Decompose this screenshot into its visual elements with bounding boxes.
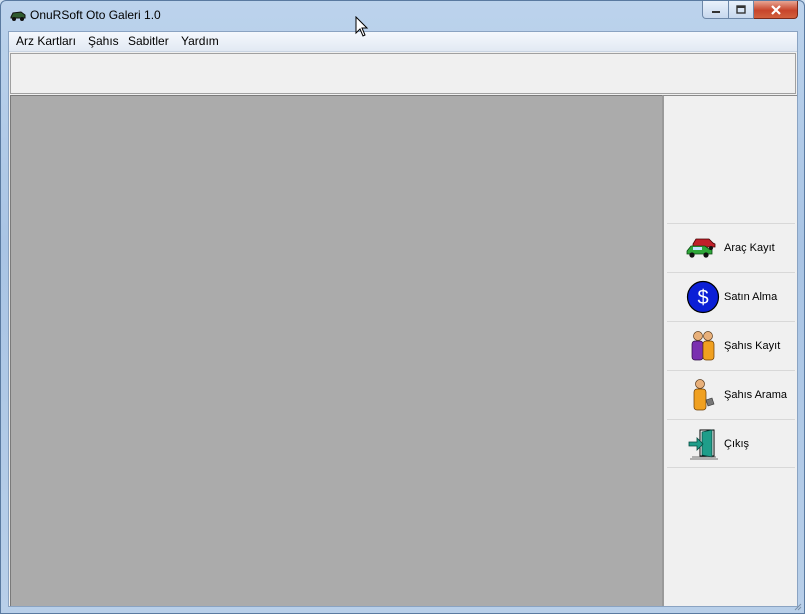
sahis-arama-label: Şahıs Arama [724, 388, 787, 401]
person-search-icon [693, 378, 715, 410]
minimize-icon [711, 10, 720, 13]
maximize-icon [736, 5, 746, 14]
panel-divider [667, 467, 795, 468]
sahis-arama-button[interactable]: Şahıs Arama [667, 370, 795, 418]
app-window: OnuRSoft Oto Galeri 1.0 Arz Kartları Şah… [0, 0, 805, 614]
mouse-cursor-icon [355, 16, 369, 37]
sahis-kayit-label: Şahıs Kayıt [724, 339, 781, 352]
mdi-workspace[interactable] [10, 95, 662, 606]
car-app-icon [10, 11, 26, 21]
satin-alma-button[interactable]: $ Satın Alma [667, 272, 795, 320]
cikis-button[interactable]: Çıkış [667, 419, 795, 467]
people-icon [691, 330, 715, 360]
cars-icon [686, 238, 716, 258]
minimize-button[interactable] [702, 1, 729, 19]
dollar-icon: $ [686, 280, 720, 313]
resize-grip-icon[interactable] [792, 601, 802, 611]
title-bar[interactable]: OnuRSoft Oto Galeri 1.0 [1, 1, 804, 30]
menu-arz-kartlari[interactable]: Arz Kartları [16, 34, 76, 48]
menu-sabitler[interactable]: Sabitler [128, 34, 169, 48]
menu-bar: Arz Kartları Şahıs Sabitler Yardım [9, 32, 797, 52]
cikis-label: Çıkış [724, 437, 750, 450]
maximize-button[interactable] [729, 1, 754, 19]
client-area: Arz Kartları Şahıs Sabitler Yardım Araç [8, 31, 798, 607]
close-icon [770, 4, 781, 15]
menu-yardim[interactable]: Yardım [181, 34, 219, 48]
exit-door-icon [688, 429, 718, 459]
menu-sahis[interactable]: Şahıs [88, 34, 119, 48]
sahis-kayit-button[interactable]: Şahıs Kayıt [667, 321, 795, 369]
window-title: OnuRSoft Oto Galeri 1.0 [30, 8, 161, 22]
arac-kayit-label: Araç Kayıt [724, 241, 775, 254]
side-panel: Araç Kayıt $ Satın Alma Şahıs Kayıt Şahı… [662, 95, 797, 606]
svg-text:$: $ [697, 287, 708, 309]
close-button[interactable] [754, 1, 798, 19]
toolbar-area [10, 53, 796, 94]
satin-alma-label: Satın Alma [724, 290, 778, 303]
arac-kayit-button[interactable]: Araç Kayıt [667, 223, 795, 271]
